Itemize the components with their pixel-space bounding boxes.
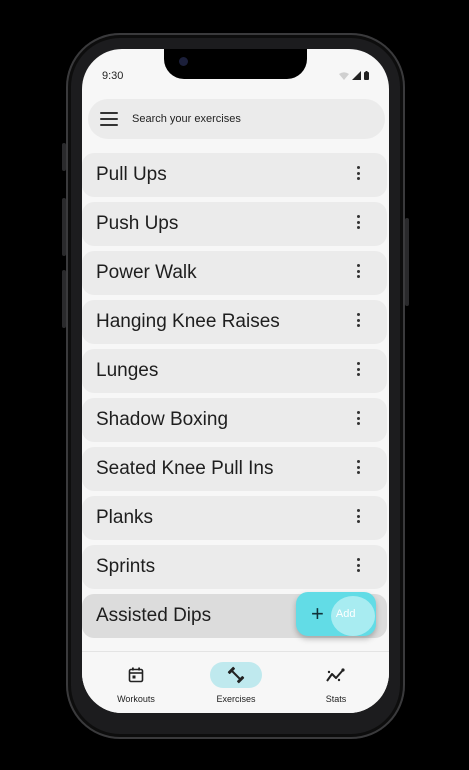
- calendar-icon: [124, 666, 148, 684]
- phone-mute-switch: [62, 143, 66, 171]
- more-vert-icon[interactable]: [357, 166, 361, 180]
- nav-item-workouts[interactable]: Workouts: [94, 658, 184, 708]
- exercise-row[interactable]: Push Ups: [82, 202, 387, 246]
- search-bar[interactable]: Search your exercises: [88, 99, 385, 139]
- exercise-label: Assisted Dips: [96, 605, 212, 626]
- exercise-label: Power Walk: [96, 262, 197, 283]
- exercise-label: Push Ups: [96, 213, 179, 234]
- more-vert-icon[interactable]: [357, 264, 361, 278]
- nav-label: Exercises: [216, 694, 256, 704]
- phone-power-button: [405, 218, 409, 306]
- nav-item-stats[interactable]: Stats: [294, 658, 384, 708]
- nav-label: Stats: [325, 694, 347, 704]
- more-vert-icon[interactable]: [357, 558, 361, 572]
- exercise-row[interactable]: Shadow Boxing: [82, 398, 387, 442]
- nav-item-exercises[interactable]: Exercises: [194, 658, 284, 708]
- exercise-row[interactable]: Planks: [82, 496, 387, 540]
- exercise-label: Shadow Boxing: [96, 409, 229, 430]
- status-time: 9:30: [102, 70, 124, 82]
- menu-icon[interactable]: [100, 112, 118, 126]
- wifi-icon: [339, 72, 349, 80]
- exercise-label: Hanging Knee Raises: [96, 311, 280, 332]
- more-vert-icon[interactable]: [357, 411, 361, 425]
- status-icons: [339, 71, 369, 80]
- plus-icon: +: [311, 601, 324, 626]
- front-camera: [179, 57, 188, 66]
- trend-icon: [324, 666, 348, 684]
- signal-icon: [352, 71, 361, 80]
- exercise-row[interactable]: Lunges: [82, 349, 387, 393]
- exercise-label: Pull Ups: [96, 164, 167, 185]
- more-vert-icon[interactable]: [357, 362, 361, 376]
- exercise-label: Planks: [96, 507, 154, 528]
- exercise-row[interactable]: Pull Ups: [82, 153, 387, 197]
- phone-volume-down: [62, 270, 66, 328]
- more-vert-icon[interactable]: [357, 460, 361, 474]
- exercise-label: Sprints: [96, 556, 156, 577]
- exercise-label: Lunges: [96, 360, 159, 381]
- battery-icon: [364, 71, 369, 80]
- exercise-row[interactable]: Seated Knee Pull Ins: [82, 447, 387, 491]
- more-vert-icon[interactable]: [357, 215, 361, 229]
- more-vert-icon[interactable]: [357, 313, 361, 327]
- search-input[interactable]: Search your exercises: [132, 113, 241, 125]
- exercise-row[interactable]: Power Walk: [82, 251, 387, 295]
- more-vert-icon[interactable]: [357, 509, 361, 523]
- bottom-navigation: Workouts Exercises Stats: [82, 651, 389, 713]
- exercise-row[interactable]: Hanging Knee Raises: [82, 300, 387, 344]
- exercise-label: Seated Knee Pull Ins: [96, 458, 274, 479]
- dumbbell-icon: [224, 666, 248, 684]
- app-screen: 9:30 Search your exercises Pull Ups Push…: [82, 49, 389, 713]
- nav-label: Workouts: [117, 694, 155, 704]
- touch-indicator: [331, 596, 375, 636]
- exercise-row[interactable]: Sprints: [82, 545, 387, 589]
- phone-volume-up: [62, 198, 66, 256]
